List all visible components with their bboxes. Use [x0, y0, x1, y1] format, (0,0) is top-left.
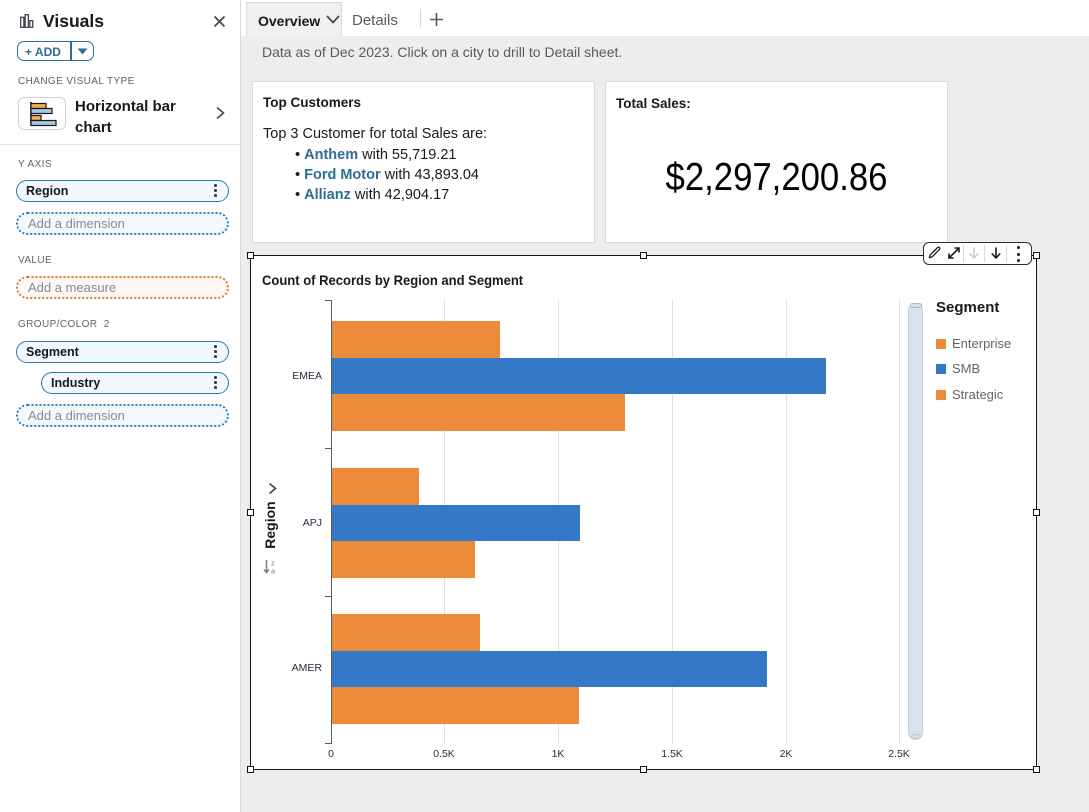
svg-text:a: a: [271, 567, 276, 576]
